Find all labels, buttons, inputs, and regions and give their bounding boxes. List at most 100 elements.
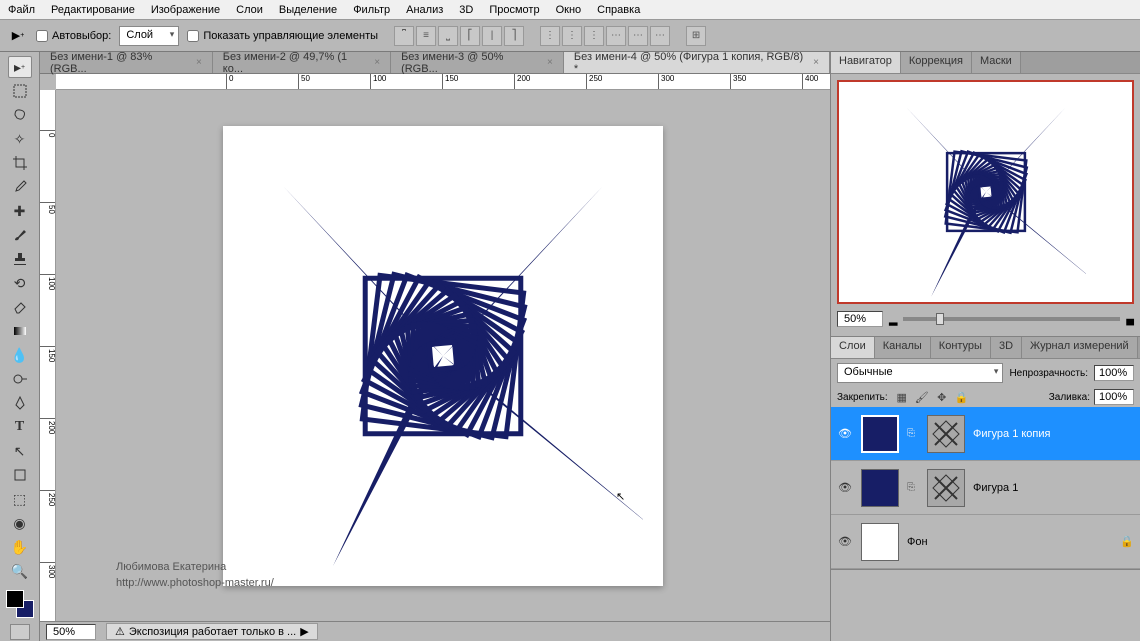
vector-mask-thumb[interactable] [927, 469, 965, 507]
move-tool-preset-icon[interactable]: ▶+ [8, 28, 28, 44]
status-zoom[interactable]: 50% [46, 624, 96, 640]
blur-tool[interactable]: 💧 [8, 344, 32, 366]
layer-name-label[interactable]: Фигура 1 копия [973, 428, 1134, 440]
menu-filter[interactable]: Фильтр [353, 4, 390, 16]
opacity-input[interactable]: 100% [1094, 365, 1134, 381]
history-brush-tool[interactable]: ⟲ [8, 272, 32, 294]
history-tab[interactable]: Журнал измерений [1022, 337, 1138, 358]
doc-tab-0[interactable]: Без имени-1 @ 83% (RGB...× [40, 52, 213, 73]
menu-edit[interactable]: Редактирование [51, 4, 135, 16]
close-icon[interactable]: × [374, 57, 380, 68]
align-top-icon[interactable]: ⎴ [394, 26, 414, 46]
channels-tab[interactable]: Каналы [875, 337, 931, 358]
distribute-3-icon[interactable]: ⋮ [584, 26, 604, 46]
show-controls-input[interactable] [187, 30, 199, 42]
menu-analysis[interactable]: Анализ [406, 4, 443, 16]
eraser-tool[interactable] [8, 296, 32, 318]
color-swatches[interactable] [6, 590, 34, 618]
lock-position-icon[interactable]: ✥ [934, 389, 950, 405]
menu-file[interactable]: Файл [8, 4, 35, 16]
menu-help[interactable]: Справка [597, 4, 640, 16]
close-icon[interactable]: × [196, 57, 202, 68]
horizontal-ruler[interactable]: 050100150200250300350400 [56, 74, 830, 90]
move-tool[interactable]: ▸+ [8, 56, 32, 78]
status-message[interactable]: ⚠ Экспозиция работает только в ... ▶ [106, 623, 318, 640]
menu-select[interactable]: Выделение [279, 4, 337, 16]
auto-align-icon[interactable]: ⊞ [686, 26, 706, 46]
fill-input[interactable]: 100% [1094, 389, 1134, 405]
visibility-toggle-icon[interactable]: 👁 [837, 535, 853, 548]
layer-row[interactable]: 👁 Фон 🔒 [831, 515, 1140, 569]
lock-pixels-icon[interactable]: 🖌 [914, 389, 930, 405]
align-left-icon[interactable]: ⎡ [460, 26, 480, 46]
layer-thumb[interactable] [861, 523, 899, 561]
doc-tab-2[interactable]: Без имени-3 @ 50% (RGB...× [391, 52, 564, 73]
paths-tab[interactable]: Контуры [931, 337, 991, 358]
masks-tab[interactable]: Маски [972, 52, 1021, 73]
3d-camera-tool[interactable]: ◉ [8, 512, 32, 534]
menu-view[interactable]: Просмотр [489, 4, 539, 16]
distribute-5-icon[interactable]: ⋯ [628, 26, 648, 46]
doc-tab-1[interactable]: Без имени-2 @ 49,7% (1 ко...× [213, 52, 391, 73]
layer-name-label[interactable]: Фон [907, 536, 1112, 548]
eyedropper-tool[interactable] [8, 176, 32, 198]
layer-thumb[interactable] [861, 415, 899, 453]
navigator-zoom-input[interactable]: 50% [837, 311, 883, 327]
brush-tool[interactable] [8, 224, 32, 246]
visibility-toggle-icon[interactable]: 👁 [837, 481, 853, 494]
crop-tool[interactable] [8, 152, 32, 174]
visibility-toggle-icon[interactable]: 👁 [837, 427, 853, 440]
menu-layers[interactable]: Слои [236, 4, 263, 16]
distribute-2-icon[interactable]: ⋮ [562, 26, 582, 46]
menu-window[interactable]: Окно [556, 4, 582, 16]
layers-3d-tab[interactable]: 3D [991, 337, 1022, 358]
lock-transparency-icon[interactable]: ▦ [894, 389, 910, 405]
autoselect-checkbox[interactable]: Автовыбор: [36, 30, 111, 42]
layer-row[interactable]: 👁 ⎘ Фигура 1 [831, 461, 1140, 515]
menu-image[interactable]: Изображение [151, 4, 220, 16]
foreground-swatch[interactable] [6, 590, 24, 608]
align-right-icon[interactable]: ⎤ [504, 26, 524, 46]
distribute-1-icon[interactable]: ⋮ [540, 26, 560, 46]
blend-mode-dropdown[interactable]: Обычные [837, 363, 1003, 383]
gradient-tool[interactable] [8, 320, 32, 342]
navigator-zoom-slider[interactable] [903, 317, 1120, 321]
autoselect-input[interactable] [36, 30, 48, 42]
layer-row[interactable]: 👁 ⎘ Фигура 1 копия [831, 407, 1140, 461]
zoom-tool[interactable]: 🔍 [8, 560, 32, 582]
3d-tool[interactable]: ⬚ [8, 488, 32, 510]
stamp-tool[interactable] [8, 248, 32, 270]
menu-3d[interactable]: 3D [459, 4, 473, 16]
healing-tool[interactable]: ✚ [8, 200, 32, 222]
layer-thumb[interactable] [861, 469, 899, 507]
lasso-tool[interactable] [8, 104, 32, 126]
zoom-in-icon[interactable]: ▄ [1126, 313, 1134, 325]
align-bottom-icon[interactable]: ⎵ [438, 26, 458, 46]
dodge-tool[interactable] [8, 368, 32, 390]
navigator-tab[interactable]: Навигатор [831, 52, 901, 73]
vector-mask-thumb[interactable] [927, 415, 965, 453]
doc-tab-3[interactable]: Без имени-4 @ 50% (Фигура 1 копия, RGB/8… [564, 52, 830, 73]
zoom-out-icon[interactable]: ▂ [889, 313, 897, 326]
type-tool[interactable]: T [8, 416, 32, 438]
autoselect-target-dropdown[interactable]: Слой [119, 26, 179, 46]
show-controls-checkbox[interactable]: Показать управляющие элементы [187, 30, 378, 42]
layers-tab[interactable]: Слои [831, 337, 875, 358]
distribute-4-icon[interactable]: ⋯ [606, 26, 626, 46]
shape-tool[interactable] [8, 464, 32, 486]
marquee-tool[interactable] [8, 80, 32, 102]
adjustments-tab[interactable]: Коррекция [901, 52, 972, 73]
lock-all-icon[interactable]: 🔒 [954, 389, 970, 405]
navigator-preview[interactable] [837, 80, 1134, 304]
layer-name-label[interactable]: Фигура 1 [973, 482, 1134, 494]
quickmask-toggle[interactable] [10, 624, 30, 640]
magic-wand-tool[interactable]: ✧ [8, 128, 32, 150]
align-hcenter-icon[interactable]: | [482, 26, 502, 46]
close-icon[interactable]: × [547, 57, 553, 68]
pen-tool[interactable] [8, 392, 32, 414]
align-vcenter-icon[interactable]: ≡ [416, 26, 436, 46]
path-select-tool[interactable]: ↖ [8, 440, 32, 462]
distribute-6-icon[interactable]: ⋯ [650, 26, 670, 46]
hand-tool[interactable]: ✋ [8, 536, 32, 558]
close-icon[interactable]: × [813, 57, 819, 68]
